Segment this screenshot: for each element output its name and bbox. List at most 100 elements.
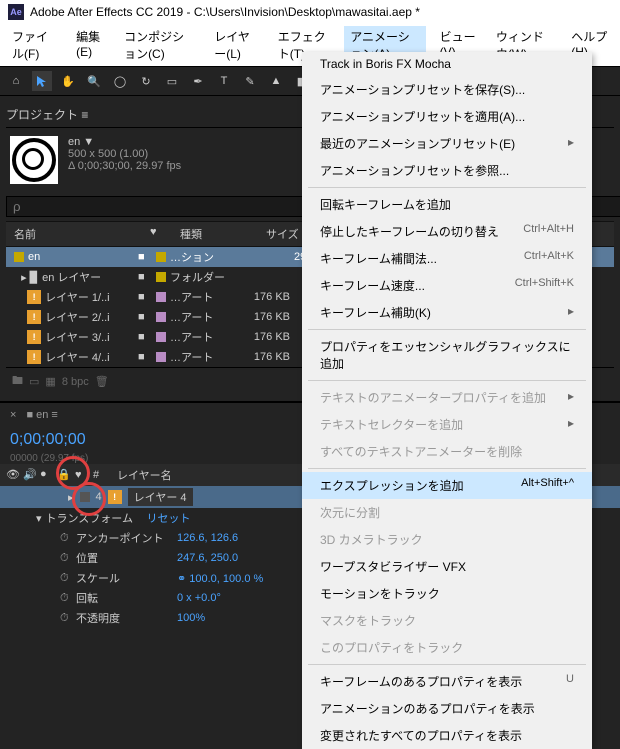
menu-3[interactable]: レイヤー(L) [208,26,263,64]
comp-name: en ▼ [68,136,181,148]
menu-item: このプロパティをトラック [302,634,592,661]
menu-1[interactable]: 編集(E) [70,26,110,64]
property-value[interactable]: 247.6, 250.0 [177,552,238,564]
item-name: レイヤー 4/..i [45,349,109,365]
menu-item[interactable]: 回転キーフレームを追加 [302,191,592,218]
comp-duration: Δ 0;00;30;00, 29.97 fps [68,160,181,172]
property-name: 不透明度 [76,610,171,626]
orbit-tool[interactable]: ◯ [110,71,130,91]
menu-item[interactable]: アニメーションプリセットを適用(A)... [302,103,592,130]
menu-item[interactable]: 停止したキーフレームの切り替えCtrl+Alt+H [302,218,592,245]
menu-label: ワープスタビライザー VFX [320,558,466,575]
menu-item[interactable]: アニメーションのあるプロパティを表示 [302,695,592,722]
bpc-label[interactable]: 8 bpc [62,376,89,388]
menu-separator [308,187,586,188]
menu-item[interactable]: 変更されたすべてのプロパティを表示 [302,722,592,749]
item-type: …アート [170,309,213,325]
shy-icon[interactable]: ♥ [75,469,89,481]
menu-item[interactable]: キーフレーム補間法...Ctrl+Alt+K [302,245,592,272]
menu-0[interactable]: ファイル(F) [6,26,62,64]
property-value[interactable]: 126.6, 126.6 [177,532,238,544]
stopwatch-icon[interactable]: ⏱ [60,572,72,585]
layer-color-chip[interactable] [80,492,90,502]
menu-item: マスクをトラック [302,607,592,634]
tab-close[interactable]: × [10,409,16,421]
menu-label: 最近のアニメーションプリセット(E) [320,135,515,152]
menu-item[interactable]: エクスプレッションを追加Alt+Shift+^ [302,472,592,499]
pen-tool[interactable]: ✒ [188,71,208,91]
solo-icon[interactable]: ● [40,468,54,482]
rotate-tool[interactable]: ↻ [136,71,156,91]
menu-label: アニメーションプリセットを適用(A)... [320,108,525,125]
menu-item[interactable]: アニメーションプリセットを保存(S)... [302,76,592,103]
text-tool[interactable]: T [214,71,234,91]
menu-item[interactable]: キーフレームのあるプロパティを表示U [302,668,592,695]
menu-label: エクスプレッションを追加 [320,477,464,494]
property-value[interactable]: リセット [147,510,191,526]
menu-label: 停止したキーフレームの切り替え [320,223,499,240]
menu-item[interactable]: Track in Boris FX Mocha [302,52,592,76]
comp-icon[interactable]: ▦ [45,375,55,388]
stamp-tool[interactable]: ▲ [266,71,286,91]
home-icon[interactable]: ⌂ [6,71,26,91]
menu-label: テキストセレクターを追加 [320,416,463,433]
comp-thumbnail[interactable] [10,136,58,184]
twirl-icon[interactable]: ▸ [68,491,74,504]
menu-2[interactable]: コンポジション(C) [118,26,200,64]
property-value[interactable]: ⚭ 100.0, 100.0 % [177,572,263,585]
menu-label: 変更されたすべてのプロパティを表示 [320,727,522,744]
col-name[interactable]: 名前 [6,222,142,246]
menu-item[interactable]: ワープスタビライザー VFX [302,553,592,580]
zoom-tool[interactable]: 🔍 [84,71,104,91]
type-chip [156,292,166,302]
menu-item[interactable]: 最近のアニメーションプリセット(E)▸ [302,130,592,157]
layer-name-header[interactable]: レイヤー名 [117,467,172,483]
stopwatch-icon[interactable]: ⏱ [60,532,72,545]
eye-icon[interactable]: 👁 [6,468,20,482]
submenu-arrow-icon: ▸ [568,389,574,406]
stopwatch-icon[interactable]: ⏱ [60,612,72,625]
stopwatch-icon[interactable]: ⏱ [60,552,72,565]
folder-icon[interactable]: ▭ [29,375,39,388]
menu-item[interactable]: モーションをトラック [302,580,592,607]
menu-item: すべてのテキストアニメーターを削除 [302,438,592,465]
footage-icon[interactable]: 🖿 [12,372,23,391]
menu-label: キーフレーム補間法... [320,250,437,267]
col-type[interactable]: 種類 [172,222,258,246]
lock-icon[interactable]: 🔒 [57,468,71,482]
selection-tool[interactable] [32,71,52,91]
shortcut: Ctrl+Shift+K [515,277,574,294]
item-size: 176 KB [230,311,290,323]
hand-tool[interactable]: ✋ [58,71,78,91]
type-chip [156,252,166,262]
stopwatch-icon[interactable]: ⏱ [60,592,72,605]
menu-item: 次元に分割 [302,499,592,526]
app-icon: Ae [8,4,24,20]
property-value[interactable]: 0 x +0.0° [177,592,221,604]
folder-icon: ▸ ▉ [21,271,38,284]
item-name: レイヤー 3/..i [45,329,109,345]
type-chip [156,312,166,322]
audio-icon[interactable]: 🔊 [23,468,37,482]
menu-label: アニメーションのあるプロパティを表示 [320,700,535,717]
menu-label: 3D カメラトラック [320,531,423,548]
trash-icon[interactable]: 🗑 [95,375,109,388]
item-type: フォルダー [170,269,225,285]
twirl-icon[interactable]: ▾ [36,512,42,525]
layer-name[interactable]: レイヤー 4 [128,488,193,506]
missing-footage-icon: ! [108,490,122,504]
item-size: 176 KB [230,331,290,343]
menu-item[interactable]: キーフレーム速度...Ctrl+Shift+K [302,272,592,299]
rect-tool[interactable]: ▭ [162,71,182,91]
tab-comp[interactable]: ■ en ≡ [26,409,57,421]
menu-label: プロパティをエッセンシャルグラフィックスに追加 [320,338,574,372]
menu-item[interactable]: アニメーションプリセットを参照... [302,157,592,184]
menu-label: このプロパティをトラック [320,639,463,656]
warning-icon: ! [27,330,41,344]
property-value[interactable]: 100% [177,612,205,624]
menu-label: 次元に分割 [320,504,380,521]
type-chip [156,332,166,342]
brush-tool[interactable]: ✎ [240,71,260,91]
menu-item[interactable]: プロパティをエッセンシャルグラフィックスに追加 [302,333,592,377]
menu-item[interactable]: キーフレーム補助(K)▸ [302,299,592,326]
